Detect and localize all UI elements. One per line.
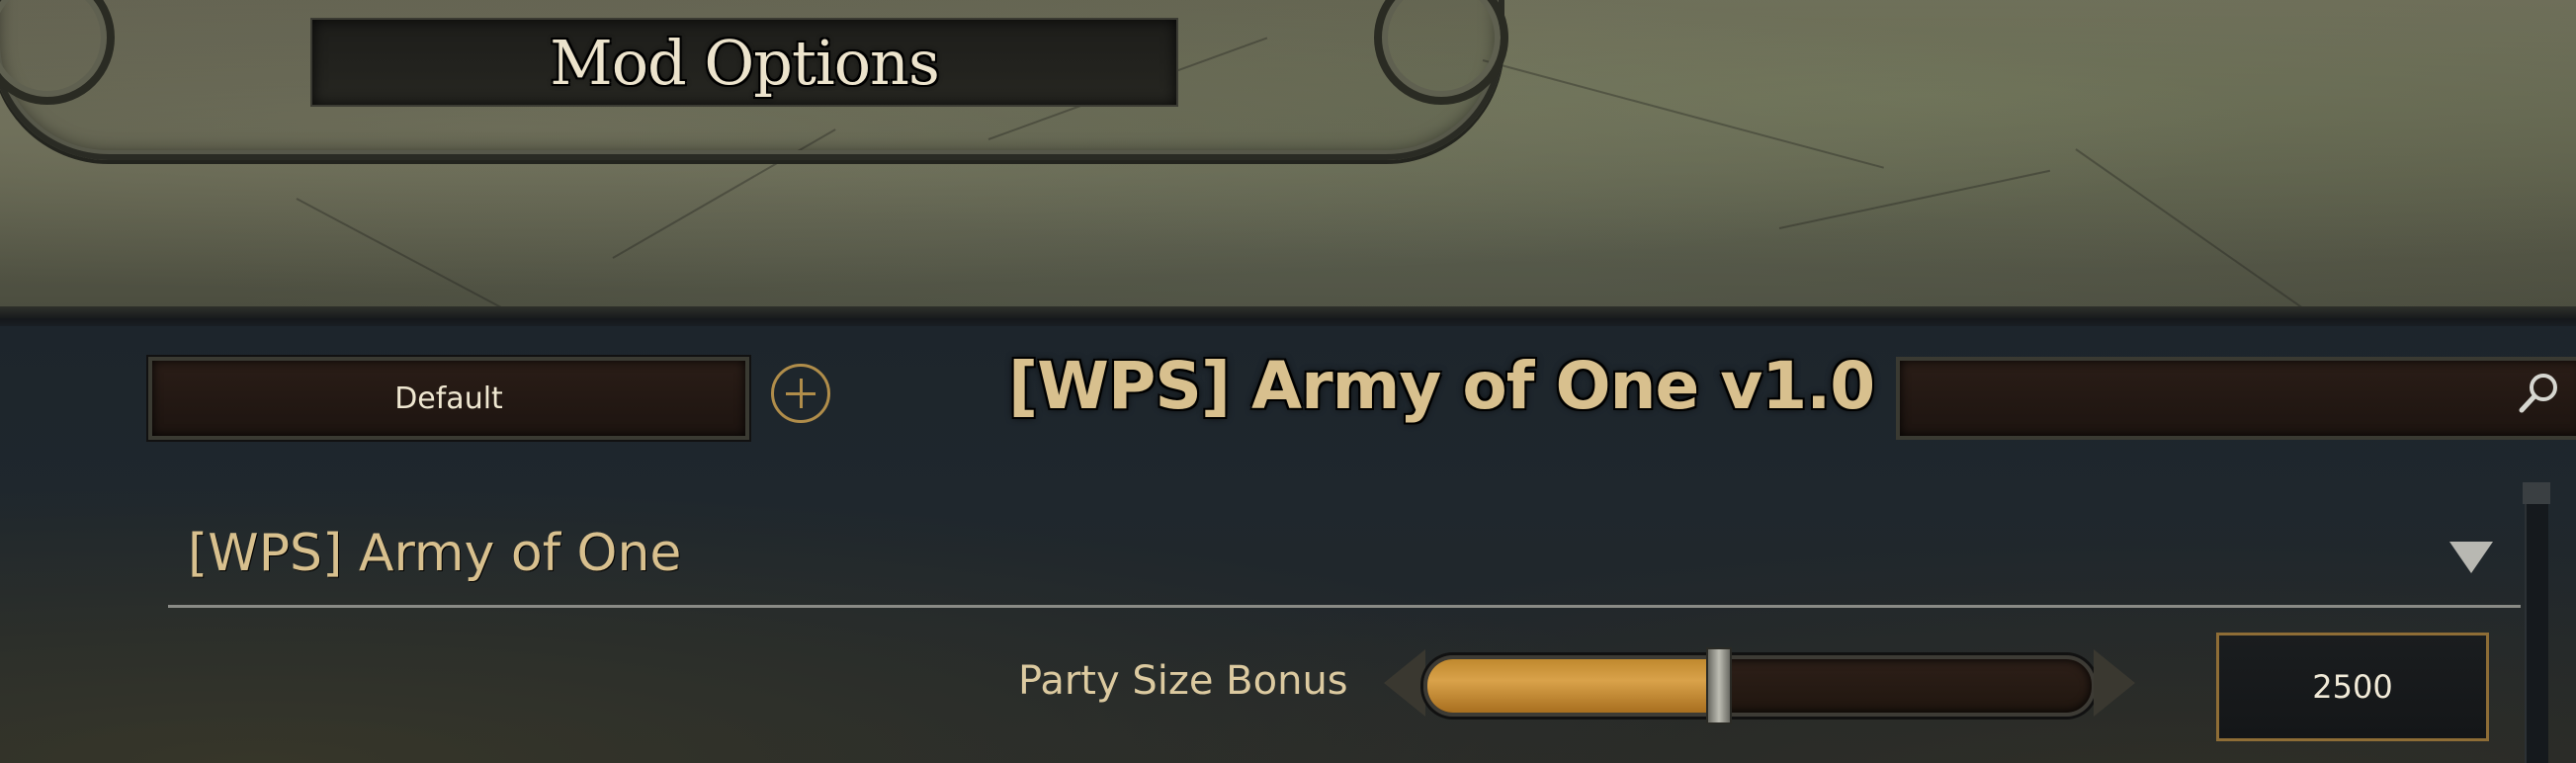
add-preset-button[interactable] xyxy=(771,364,830,423)
page-title: Mod Options xyxy=(550,26,940,99)
mod-title: [WPS] Army of One v1.0 xyxy=(1008,348,1875,424)
slider-right-cap xyxy=(2094,649,2135,717)
slider-track[interactable] xyxy=(1423,655,2096,717)
slider-left-cap xyxy=(1384,649,1425,717)
search-input[interactable] xyxy=(1896,357,2576,440)
setting-label: Party Size Bonus xyxy=(1018,658,1348,704)
slider-handle[interactable] xyxy=(1706,647,1733,724)
magnifier-icon[interactable] xyxy=(2518,371,2561,414)
preset-dropdown[interactable]: Default xyxy=(148,357,749,440)
title-plate: Mod Options xyxy=(310,18,1178,107)
settings-group-header[interactable]: [WPS] Army of One xyxy=(168,514,2521,608)
banner-edge xyxy=(0,306,2576,328)
slider-fill xyxy=(1427,659,1720,713)
scrollbar-thumb[interactable] xyxy=(2523,482,2550,504)
preset-label: Default xyxy=(394,381,503,416)
scrollbar[interactable] xyxy=(2525,482,2548,763)
group-title: [WPS] Army of One xyxy=(188,524,682,583)
value-text: 2500 xyxy=(2312,668,2393,706)
party-size-slider[interactable] xyxy=(1384,647,2135,726)
triangle-down-icon[interactable] xyxy=(2449,542,2493,573)
value-field[interactable]: 2500 xyxy=(2216,633,2489,741)
